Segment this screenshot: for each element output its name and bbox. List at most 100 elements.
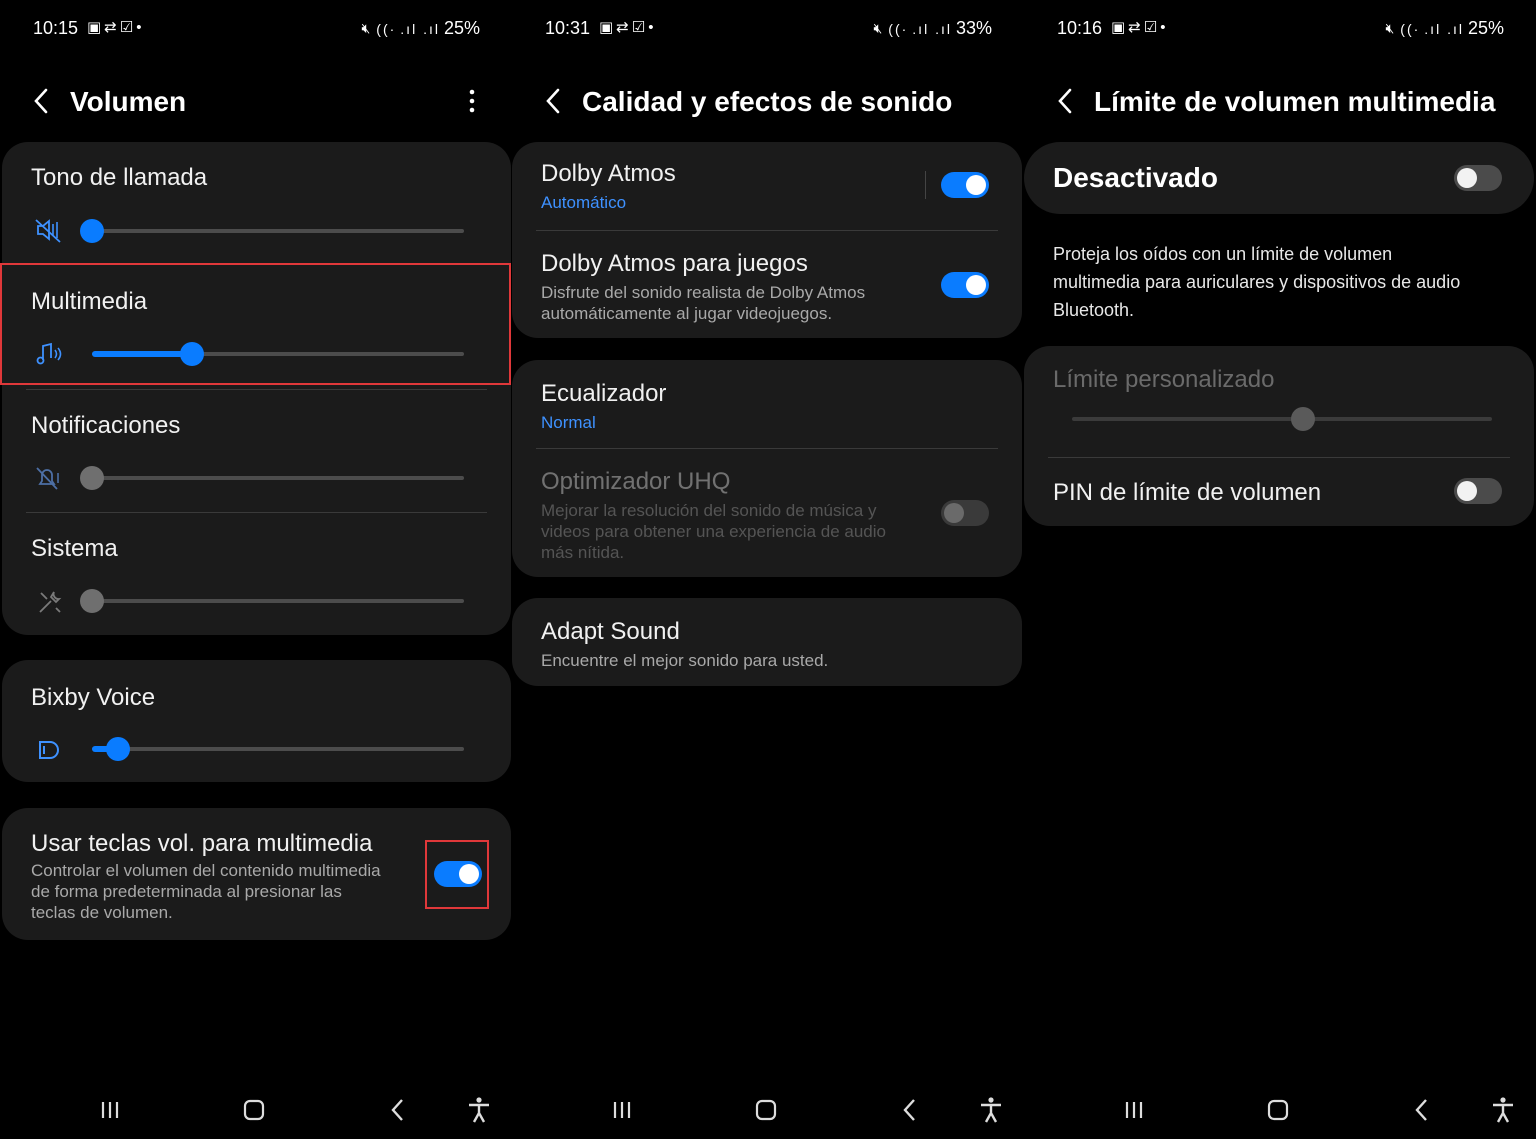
ringtone-label: Tono de llamada bbox=[31, 164, 208, 191]
divider bbox=[536, 448, 998, 449]
limit-settings-card: Límite personalizado PIN de límite de vo… bbox=[1024, 346, 1534, 526]
page-title: Límite de volumen multimedia bbox=[1094, 86, 1496, 117]
back-chevron-icon bbox=[903, 1099, 915, 1121]
uhq-description: Mejorar la resolución del sonido de músi… bbox=[541, 500, 886, 563]
accessibility-button[interactable] bbox=[461, 1092, 497, 1128]
description-line: Proteja los oídos con un límite de volum… bbox=[1053, 244, 1393, 264]
home-button[interactable] bbox=[748, 1092, 784, 1128]
recents-button[interactable] bbox=[1116, 1092, 1152, 1128]
slider-thumb[interactable] bbox=[106, 737, 131, 761]
slider-track bbox=[92, 229, 464, 233]
back-chevron-icon bbox=[391, 1099, 403, 1121]
dolby-atmos-toggle[interactable] bbox=[941, 172, 989, 198]
app-bar: Calidad y efectos de sonido bbox=[512, 80, 1024, 124]
pin-limit-toggle[interactable] bbox=[1454, 478, 1502, 504]
uhq-item: Optimizador UHQ Mejorar la resolución de… bbox=[541, 468, 886, 563]
accessibility-button[interactable] bbox=[973, 1092, 1009, 1128]
back-button[interactable] bbox=[542, 84, 566, 118]
description-line: de forma predeterminada al presionar las bbox=[31, 882, 342, 901]
bell-off-icon[interactable] bbox=[34, 464, 62, 492]
mute-icon: 🔇︎ bbox=[361, 20, 373, 36]
description-line: automáticamente al jugar videojuegos. bbox=[541, 304, 833, 323]
slider-thumb[interactable] bbox=[80, 466, 104, 490]
signal-icon: .ıl .ıl bbox=[912, 20, 952, 37]
mute-vibrate-icon[interactable] bbox=[34, 216, 62, 244]
bixby-volume-slider[interactable] bbox=[92, 737, 464, 761]
home-button[interactable] bbox=[1260, 1092, 1296, 1128]
master-switch-label: Desactivado bbox=[1053, 162, 1218, 193]
slider-track bbox=[92, 747, 464, 751]
navigation-bar bbox=[0, 1092, 512, 1128]
nav-back-button[interactable] bbox=[892, 1092, 928, 1128]
notification-icons: ▣⇄☑• bbox=[1111, 19, 1169, 36]
equalizer-item[interactable]: Ecualizador Normal bbox=[541, 380, 666, 433]
vertical-divider bbox=[925, 171, 926, 199]
custom-limit-slider bbox=[1072, 407, 1492, 431]
adapt-sound-description: Encuentre el mejor sonido para usted. bbox=[541, 651, 829, 670]
back-arrow-icon bbox=[546, 88, 560, 114]
equalizer-card: Ecualizador Normal Optimizador UHQ Mejor… bbox=[512, 360, 1022, 577]
accessibility-icon bbox=[981, 1097, 1001, 1123]
notifications-label: Notificaciones bbox=[31, 412, 181, 439]
media-volume-limit-screen: 10:16 ▣⇄☑• 🔇︎ ((· .ıl .ıl 25% Límite de … bbox=[1024, 0, 1536, 1139]
divider bbox=[1048, 457, 1510, 458]
ringtone-volume-slider[interactable] bbox=[80, 219, 464, 243]
recents-icon bbox=[1125, 1102, 1143, 1118]
system-icons: 🔇︎ ((· .ıl .ıl 33% bbox=[873, 18, 992, 39]
description-line: Mejorar la resolución del sonido de músi… bbox=[541, 501, 877, 520]
app-bar: Límite de volumen multimedia bbox=[1024, 80, 1536, 124]
notification-icons: ▣⇄☑• bbox=[87, 19, 145, 36]
nav-back-button[interactable] bbox=[1404, 1092, 1440, 1128]
bixby-icon[interactable] bbox=[34, 736, 62, 764]
description-line: Disfrute del sonido realista de Dolby At… bbox=[541, 283, 866, 302]
back-chevron-icon bbox=[1415, 1099, 1427, 1121]
wifi-icon: ((· bbox=[888, 20, 909, 37]
divider bbox=[26, 389, 487, 390]
more-options-button[interactable] bbox=[460, 86, 484, 116]
dolby-atmos-item[interactable]: Dolby Atmos Automático bbox=[541, 160, 676, 213]
app-bar: Volumen bbox=[0, 80, 512, 124]
adapt-sound-card[interactable]: Adapt Sound Encuentre el mejor sonido pa… bbox=[512, 598, 1022, 686]
back-button[interactable] bbox=[1054, 84, 1078, 118]
back-button[interactable] bbox=[30, 84, 54, 118]
home-button[interactable] bbox=[236, 1092, 272, 1128]
recents-button[interactable] bbox=[92, 1092, 128, 1128]
accessibility-icon bbox=[1493, 1097, 1513, 1123]
slider-track bbox=[1072, 417, 1492, 421]
divider bbox=[536, 230, 998, 231]
volume-sliders-card: Tono de llamada Multimedia Notificacione… bbox=[2, 142, 511, 635]
battery-level: 25% bbox=[1467, 18, 1504, 38]
navigation-bar bbox=[1024, 1092, 1536, 1128]
more-vert-icon bbox=[469, 89, 475, 113]
wrench-icon[interactable] bbox=[36, 588, 64, 616]
recents-icon bbox=[101, 1102, 119, 1118]
description-line: Controlar el volumen del contenido multi… bbox=[31, 861, 381, 880]
adapt-sound-item[interactable]: Adapt Sound Encuentre el mejor sonido pa… bbox=[541, 618, 828, 671]
signal-icon: .ıl .ıl bbox=[400, 20, 440, 37]
slider-thumb[interactable] bbox=[80, 219, 104, 243]
volume-settings-screen: 10:15 ▣⇄☑• 🔇︎ ((· .ıl .ıl 25% Volumen To… bbox=[0, 0, 512, 1139]
accessibility-button[interactable] bbox=[1485, 1092, 1521, 1128]
toggle-knob bbox=[1457, 168, 1477, 188]
system-volume-slider[interactable] bbox=[80, 589, 464, 613]
bixby-card: Bixby Voice bbox=[2, 660, 511, 782]
slider-thumb[interactable] bbox=[80, 589, 104, 613]
accessibility-icon bbox=[469, 1097, 489, 1123]
master-switch-toggle[interactable] bbox=[1454, 165, 1502, 191]
nav-back-button[interactable] bbox=[380, 1092, 416, 1128]
description-line: videos para obtener una experiencia de a… bbox=[541, 522, 886, 541]
limit-description: Proteja los oídos con un límite de volum… bbox=[1053, 240, 1460, 324]
master-switch-card[interactable]: Desactivado bbox=[1024, 142, 1534, 214]
dolby-games-item[interactable]: Dolby Atmos para juegos Disfrute del son… bbox=[541, 250, 865, 324]
adapt-sound-label: Adapt Sound bbox=[541, 618, 680, 645]
wifi-icon: ((· bbox=[1400, 20, 1421, 37]
volume-keys-label: Usar teclas vol. para multimedia bbox=[31, 830, 373, 857]
slider-track bbox=[92, 476, 464, 480]
recents-icon bbox=[613, 1102, 631, 1118]
recents-button[interactable] bbox=[604, 1092, 640, 1128]
mute-icon: 🔇︎ bbox=[873, 20, 885, 36]
toggle-knob bbox=[944, 503, 964, 523]
notifications-volume-slider[interactable] bbox=[80, 466, 464, 490]
description-line: Bluetooth. bbox=[1053, 300, 1135, 320]
dolby-games-toggle[interactable] bbox=[941, 272, 989, 298]
